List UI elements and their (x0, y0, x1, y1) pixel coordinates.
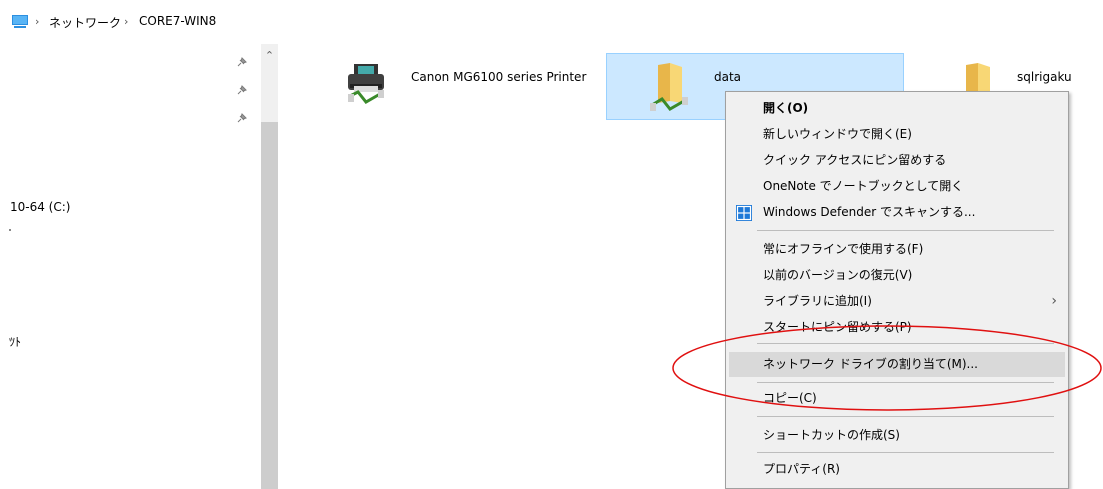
menu-item-onenote[interactable]: OneNote でノートブックとして開く (729, 174, 1065, 199)
menu-item-pin-start[interactable]: スタートにピン留めする(P) (729, 315, 1065, 340)
pin-icon[interactable] (236, 85, 247, 95)
nav-item-local-disk[interactable]: 10-64 (C:) (10, 200, 70, 214)
chevron-right-icon: › (1051, 293, 1057, 309)
pin-icon[interactable] (236, 57, 247, 67)
menu-separator (757, 230, 1054, 231)
menu-item-restore-versions[interactable]: 以前のバージョンの復元(V) (729, 263, 1065, 288)
printer-icon (348, 64, 384, 104)
breadcrumb-item-computer[interactable]: CORE7-WIN8 (139, 14, 216, 28)
menu-item-copy[interactable]: コピー(C) (729, 386, 1065, 411)
menu-item-offline[interactable]: 常にオフラインで使用する(F) (729, 237, 1065, 262)
item-printer[interactable]: Canon MG6100 series Printer (344, 62, 594, 118)
navigation-pane: 10-64 (C:) ﾂﾄ (0, 44, 280, 489)
menu-separator (757, 343, 1054, 344)
breadcrumb-separator-icon: › (124, 15, 129, 28)
menu-item-open-new-window[interactable]: 新しいウィンドウで開く(E) (729, 122, 1065, 147)
item-label: Canon MG6100 series Printer (411, 70, 587, 84)
menu-item-add-to-library[interactable]: ライブラリに追加(I) › (729, 289, 1065, 314)
windows-defender-icon (736, 205, 752, 221)
breadcrumb-item-network[interactable]: ネットワーク (49, 14, 121, 31)
network-folder-icon (650, 63, 688, 111)
nav-scrollbar-thumb[interactable] (261, 122, 278, 489)
breadcrumb-separator-icon: › (35, 15, 40, 28)
menu-separator (757, 452, 1054, 453)
pin-icon[interactable] (236, 113, 247, 123)
address-bar[interactable]: › ネットワーク › CORE7-WIN8 (0, 14, 1103, 36)
menu-item-open[interactable]: 開く(O) (729, 96, 1065, 121)
scroll-up-icon[interactable]: ⌃ (262, 50, 277, 62)
menu-item-create-shortcut[interactable]: ショートカットの作成(S) (729, 423, 1065, 448)
context-menu: 開く(O) 新しいウィンドウで開く(E) クイック アクセスにピン留めする On… (725, 91, 1069, 489)
item-label: data (714, 70, 742, 84)
menu-item-defender-scan[interactable]: Windows Defender でスキャンする... (729, 200, 1065, 225)
menu-separator (757, 382, 1054, 383)
menu-item-properties[interactable]: プロパティ(R) (729, 457, 1065, 482)
menu-item-pin-quick-access[interactable]: クイック アクセスにピン留めする (729, 148, 1065, 173)
menu-item-map-network-drive[interactable]: ネットワーク ドライブの割り当て(M)... (729, 352, 1065, 377)
computer-icon (12, 15, 28, 28)
nav-partial-mark (9, 229, 11, 231)
nav-item-partial[interactable]: ﾂﾄ (9, 333, 21, 350)
item-label: sqlrigaku (1017, 70, 1072, 84)
menu-separator (757, 416, 1054, 417)
